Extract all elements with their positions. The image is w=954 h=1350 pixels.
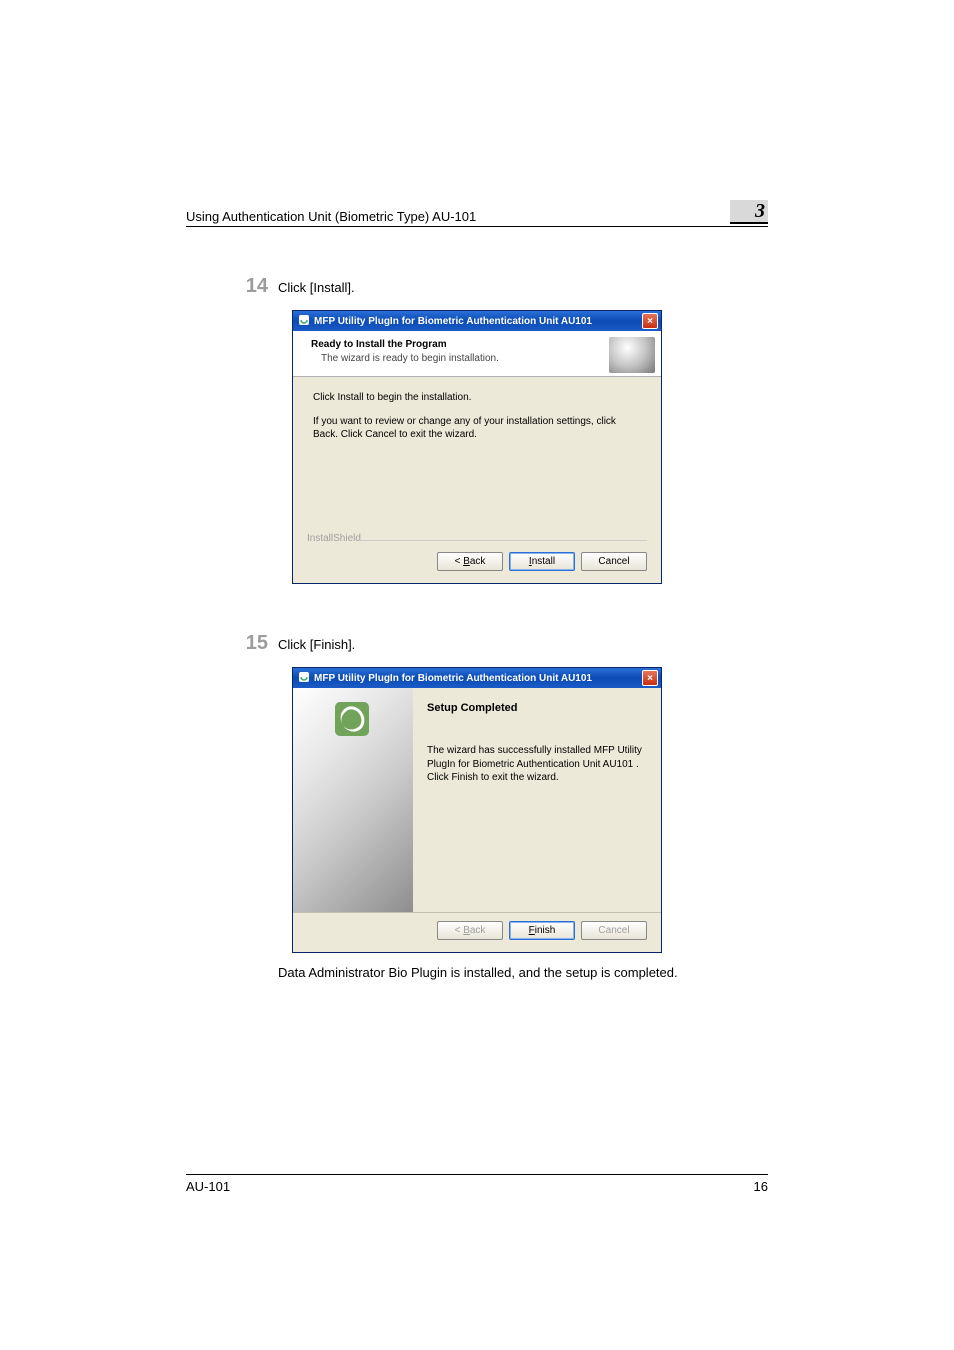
dialog-buttons: < Back Install Cancel [293, 544, 661, 583]
wizard-image [293, 688, 413, 912]
page: Using Authentication Unit (Biometric Typ… [0, 0, 954, 1350]
dialog-body: Click Install to begin the installation.… [293, 377, 661, 533]
chapter-box: 3 [730, 200, 768, 224]
close-icon[interactable]: × [642, 313, 658, 329]
installshield-label: InstallShield [293, 533, 661, 544]
body-line1: Click Install to begin the installation. [313, 391, 641, 405]
dialog1-wrap: MFP Utility PlugIn for Biometric Authent… [186, 310, 768, 584]
finish-button[interactable]: Finish [509, 921, 575, 940]
page-footer: AU-101 16 [186, 1174, 768, 1194]
dialog-main: Setup Completed The wizard has successfu… [293, 688, 661, 912]
footer-left: AU-101 [186, 1179, 230, 1194]
banner-heading: Ready to Install the Program [311, 339, 499, 350]
step-15: 15 Click [Finish]. [186, 632, 768, 655]
back-button[interactable]: < Back [437, 552, 503, 571]
dialog2-wrap: MFP Utility PlugIn for Biometric Authent… [186, 667, 768, 953]
cancel-button: Cancel [581, 921, 647, 940]
step-number: 14 [186, 275, 278, 298]
finish-dialog: MFP Utility PlugIn for Biometric Authent… [292, 667, 662, 953]
body-line2: If you want to review or change any of y… [313, 415, 641, 442]
completed-text: The wizard has successfully installed MF… [427, 744, 647, 785]
dialog-buttons: < Back Finish Cancel [293, 912, 661, 952]
step-text: Click [Install]. [278, 280, 355, 295]
after-text: Data Administrator Bio Plugin is install… [278, 965, 768, 980]
install-button[interactable]: Install [509, 552, 575, 571]
close-icon[interactable]: × [642, 670, 658, 686]
dialog-title: MFP Utility PlugIn for Biometric Authent… [314, 673, 592, 684]
step-14: 14 Click [Install]. [186, 275, 768, 298]
product-logo-icon [335, 702, 369, 736]
back-button: < Back [437, 921, 503, 940]
installer-icon [298, 671, 310, 686]
banner-subtext: The wizard is ready to begin installatio… [321, 353, 499, 364]
dialog-banner: Ready to Install the Program The wizard … [293, 331, 661, 377]
footer-page-number: 16 [754, 1179, 768, 1194]
installer-icon [298, 314, 310, 329]
dialog-titlebar: MFP Utility PlugIn for Biometric Authent… [293, 311, 661, 331]
header-title: Using Authentication Unit (Biometric Typ… [186, 209, 476, 224]
dialog-title: MFP Utility PlugIn for Biometric Authent… [314, 316, 592, 327]
banner-image [609, 337, 655, 373]
running-header: Using Authentication Unit (Biometric Typ… [186, 200, 768, 227]
cancel-button[interactable]: Cancel [581, 552, 647, 571]
step-text: Click [Finish]. [278, 637, 355, 652]
chapter-number: 3 [755, 200, 765, 223]
setup-completed-heading: Setup Completed [427, 702, 647, 714]
install-dialog: MFP Utility PlugIn for Biometric Authent… [292, 310, 662, 584]
dialog-titlebar: MFP Utility PlugIn for Biometric Authent… [293, 668, 661, 688]
step-number: 15 [186, 632, 278, 655]
